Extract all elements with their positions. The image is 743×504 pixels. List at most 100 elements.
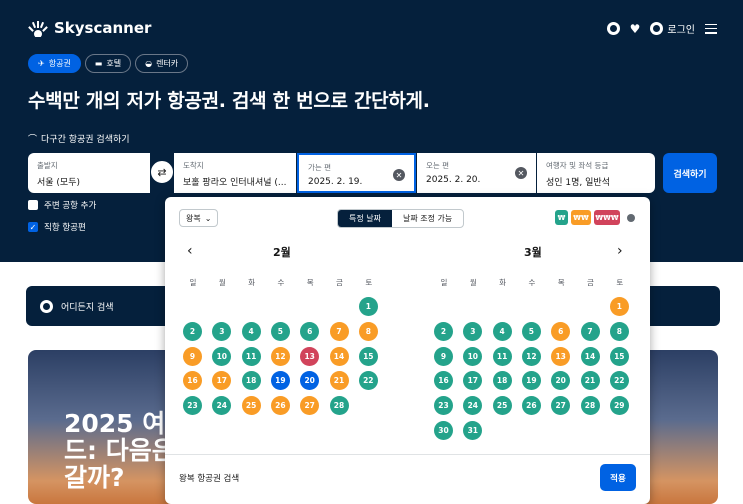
nearby-airports-label: 주변 공항 추가: [44, 201, 97, 211]
calendar-day-mar[interactable]: 25: [492, 396, 512, 416]
calendar-day-feb[interactable]: 11: [241, 346, 261, 366]
month-title-mar: 3월: [524, 246, 542, 259]
calendar-day-feb[interactable]: 21: [329, 371, 349, 391]
mode-flexible-dates[interactable]: 날짜 조정 가능: [392, 210, 463, 227]
calendar-day-mar[interactable]: 26: [521, 396, 541, 416]
calendar-day-feb[interactable]: 16: [183, 371, 202, 391]
calendar-day-feb[interactable]: 10: [212, 346, 232, 366]
calendar-day-feb[interactable]: 24: [212, 396, 232, 416]
calendar-day-mar[interactable]: 6: [551, 321, 571, 341]
calendar-day-feb[interactable]: 25: [241, 396, 261, 416]
tab-car-hire[interactable]: ◒ 렌터카: [135, 54, 189, 73]
calendar-day-mar[interactable]: 16: [434, 371, 453, 391]
skyscanner-logo[interactable]: Skyscanner: [28, 19, 151, 37]
calendar-day-mar[interactable]: 15: [609, 346, 629, 366]
calendar-day-mar[interactable]: 21: [580, 371, 600, 391]
direct-flights-checkbox[interactable]: ✓ 직항 항공편: [28, 221, 86, 233]
calendar-day-feb[interactable]: 6: [300, 321, 320, 341]
calendar-day-mar[interactable]: 20: [551, 371, 571, 391]
return-label: 오는 편: [426, 161, 450, 170]
trip-type-select[interactable]: 왕복 ⌄: [179, 209, 219, 227]
calendar-day-feb[interactable]: 28: [329, 396, 349, 416]
apply-button[interactable]: 적용: [600, 464, 636, 491]
calendar-day-feb[interactable]: 23: [183, 396, 202, 416]
globe-icon[interactable]: [606, 22, 620, 35]
tab-flights[interactable]: ✈ 항공권: [28, 54, 81, 73]
calendar-day-feb[interactable]: 12: [270, 346, 290, 366]
calendar-day-mar[interactable]: 23: [434, 396, 453, 416]
calendar-day-mar[interactable]: 10: [463, 346, 483, 366]
search-button[interactable]: 검색하기: [663, 153, 717, 193]
depart-date-field[interactable]: 가는 편 2025. 2. 19. ✕: [297, 153, 416, 193]
calendar-day-mar[interactable]: 8: [609, 321, 629, 341]
calendar-day-mar[interactable]: 30: [434, 421, 453, 440]
menu-icon[interactable]: [705, 23, 717, 34]
calendar-day-mar[interactable]: 4: [492, 321, 512, 341]
calendar-day-mar[interactable]: 7: [580, 321, 600, 341]
calendar-day-mar[interactable]: 29: [609, 396, 629, 416]
nearby-airports-checkbox[interactable]: 주변 공항 추가: [28, 199, 96, 211]
calendar-day-mar[interactable]: 5: [521, 321, 541, 341]
calendar-day-feb[interactable]: 1: [358, 297, 378, 316]
weekday-header-mar: 금: [587, 278, 594, 287]
direct-flights-label: 직항 항공편: [44, 223, 86, 233]
calendar-day-feb[interactable]: 19: [270, 371, 290, 391]
calendar-day-mar[interactable]: 24: [463, 396, 483, 416]
calendar-day-mar[interactable]: 18: [492, 371, 512, 391]
clear-return-icon[interactable]: ✕: [515, 167, 527, 179]
calendar-day-mar[interactable]: 19: [521, 371, 541, 391]
calendar-day-feb[interactable]: 7: [329, 321, 349, 341]
calendar-day-mar[interactable]: 1: [609, 297, 629, 316]
destination-field[interactable]: 도착지 보홀 팡라오 인터내셔널 (...: [174, 153, 296, 193]
price-legend: ₩ ₩₩ ₩₩₩: [555, 210, 635, 225]
calendar-day-feb[interactable]: 14: [329, 346, 349, 366]
prev-month-icon[interactable]: ‹: [187, 243, 193, 259]
calendar-day-mar[interactable]: 11: [492, 346, 512, 366]
clear-depart-icon[interactable]: ✕: [393, 169, 405, 181]
calendar-day-feb[interactable]: 27: [300, 396, 320, 416]
calendar-day-feb[interactable]: 3: [212, 321, 232, 341]
calendar-day-feb[interactable]: 15: [358, 346, 378, 366]
calendar-day-mar[interactable]: 31: [463, 421, 483, 440]
tab-hotels[interactable]: ▬ 호텔: [84, 54, 132, 73]
travellers-field[interactable]: 여행자 및 좌석 등급 성인 1명, 일반석: [537, 153, 655, 193]
calendar-day-feb[interactable]: 17: [212, 371, 232, 391]
mode-specific-dates[interactable]: 특정 날짜: [338, 210, 392, 227]
weekday-header-mar: 일: [440, 278, 448, 287]
calendar-day-feb[interactable]: 18: [241, 371, 261, 391]
calendar-day-mar[interactable]: 27: [551, 396, 571, 416]
weekday-header-mar: 목: [557, 278, 565, 287]
calendar-day-feb[interactable]: 22: [358, 371, 378, 391]
calendar-day-feb[interactable]: 13: [300, 346, 320, 366]
calendar-day-feb[interactable]: 2: [183, 321, 202, 341]
calendar-day-mar[interactable]: 17: [463, 371, 483, 391]
next-month-icon[interactable]: ›: [617, 243, 623, 259]
calendar-day-mar[interactable]: 14: [580, 346, 600, 366]
calendar-day-feb[interactable]: 9: [183, 346, 202, 366]
tab-car-hire-label: 렌터카: [156, 59, 179, 68]
heart-icon[interactable]: ♥: [630, 22, 641, 36]
date-mode-toggle[interactable]: 특정 날짜 날짜 조정 가능: [337, 209, 465, 228]
origin-field[interactable]: 출발지 서울 (모두): [28, 153, 150, 193]
calendar-day-mar[interactable]: 2: [434, 321, 453, 341]
calendar-day-mar[interactable]: 9: [434, 346, 453, 366]
calendar-day-feb[interactable]: 4: [241, 321, 261, 341]
login-button[interactable]: 로그인: [650, 21, 695, 36]
swap-airports-button[interactable]: ⇄: [150, 160, 174, 184]
calendar-day-mar[interactable]: 13: [551, 346, 571, 366]
weekday-header-feb: 월: [218, 278, 226, 287]
calendar-day-feb[interactable]: 8: [358, 321, 378, 341]
return-date-field[interactable]: 오는 편 2025. 2. 20. ✕: [417, 153, 536, 193]
sunrise-logo-icon: [28, 21, 48, 37]
calendar-day-feb[interactable]: 20: [300, 371, 320, 391]
calendar-day-mar[interactable]: 28: [580, 396, 600, 416]
calendar-day-feb[interactable]: 26: [270, 396, 290, 416]
calendar-day-mar[interactable]: 3: [463, 321, 483, 341]
legend-mid: ₩₩: [571, 210, 591, 225]
calendar-day-feb[interactable]: 5: [270, 321, 290, 341]
calendar-day-mar[interactable]: 12: [521, 346, 541, 366]
calendar-day-mar[interactable]: 22: [609, 371, 629, 391]
multi-city-link[interactable]: ⌒ 다구간 항공권 검색하기: [28, 132, 130, 145]
return-value: 2025. 2. 20.: [426, 175, 481, 185]
info-icon[interactable]: [627, 213, 635, 222]
